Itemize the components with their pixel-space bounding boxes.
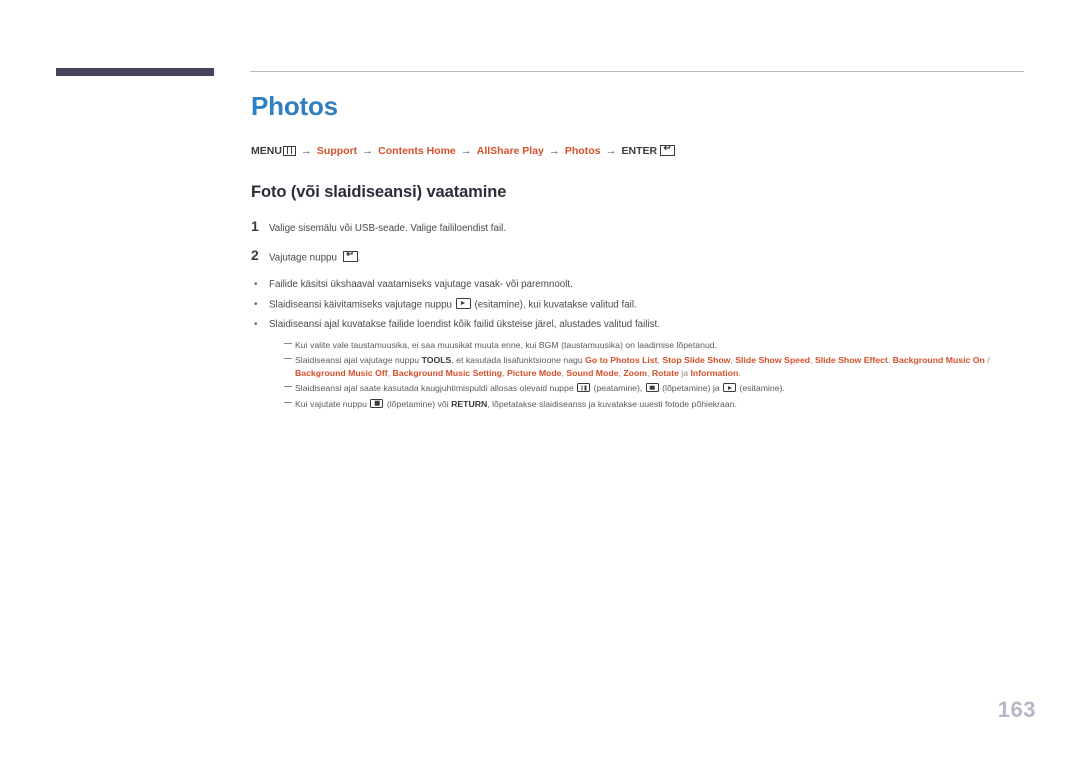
note-remote-before: Slaidiseansi ajal saate kasutada kaugjuh… — [295, 383, 574, 394]
option-sound-mode: Sound Mode — [566, 367, 619, 378]
breadcrumb-arrow-3: → — [460, 144, 472, 157]
step-number: 2 — [251, 246, 259, 263]
note-dash-icon — [284, 398, 295, 403]
page-content: Photos MENU → Support → Contents Home → … — [251, 92, 1041, 413]
bullet-dot-icon: • — [254, 318, 258, 330]
option-background-music-on: Background Music On — [892, 355, 985, 366]
bullet-item-start-slideshow: • Slaidiseansi käivitamiseks vajutage nu… — [251, 297, 1041, 312]
breadcrumb-item-contents-home[interactable]: Contents Home — [378, 145, 456, 157]
option-rotate: Rotate — [651, 367, 679, 378]
enter-return-glyph: ↵ — [345, 250, 355, 260]
option-separator-slash: / — [987, 355, 990, 366]
enter-return-glyph: ↵ — [663, 145, 672, 155]
step-text: Valige sisemälu või USB-seade. Valige fa… — [269, 222, 507, 234]
note-tools-middle: , et kasutada lisafunktsioone nagu — [451, 355, 583, 366]
step-item-1: 1 Valige sisemälu või USB-seade. Valige … — [251, 217, 1041, 235]
play-button-icon — [723, 383, 737, 393]
breadcrumb-arrow-2: → — [362, 144, 374, 157]
note-bgm-loading: Kui valite vale taustamuusika, ei saa mu… — [284, 339, 1041, 352]
breadcrumb-root-label: MENU — [251, 144, 282, 157]
page-header-rule — [56, 68, 1024, 76]
steps-list: 1 Valige sisemälu või USB-seade. Valige … — [251, 217, 1041, 265]
note-conjunction: ja — [681, 367, 689, 378]
page-number: 163 — [997, 697, 1036, 722]
option-background-music-setting: Background Music Setting — [392, 367, 503, 378]
breadcrumb-arrow-4: → — [548, 144, 560, 157]
notes-list: Kui valite vale taustamuusika, ei saa mu… — [284, 339, 1041, 411]
step-item-2: 2 Vajutage nuppu ↵. — [251, 246, 1041, 265]
option-stop-slide-show: Stop Slide Show — [662, 355, 731, 366]
tools-button-label: TOOLS — [421, 355, 452, 366]
section-heading: Foto (või slaidiseansi) vaatamine — [251, 182, 507, 201]
menu-path-breadcrumb: MENU → Support → Contents Home → AllShar… — [251, 145, 1041, 157]
pause-button-icon — [577, 383, 591, 393]
step-text-before: Vajutage nuppu — [269, 252, 337, 264]
note-tools: Slaidiseansi ajal vajutage nuppu TOOLS, … — [284, 354, 1041, 379]
stop-button-label: (lõpetamine) ja — [662, 383, 720, 394]
note-text: Kui vajutate nuppu (lõpetamine) või RETU… — [295, 398, 737, 411]
option-slide-show-effect: Slide Show Effect — [814, 355, 888, 366]
play-button-label: (esitamine). — [739, 383, 785, 394]
note-return-middle: (lõpetamine) või — [386, 398, 449, 409]
note-text: Slaidiseansi ajal saate kasutada kaugjuh… — [295, 382, 785, 395]
option-slide-show-speed: Slide Show Speed — [735, 355, 811, 366]
note-remote-buttons: Slaidiseansi ajal saate kasutada kaugjuh… — [284, 382, 1041, 395]
stop-button-icon — [645, 383, 659, 393]
option-background-music-off: Background Music Off — [295, 367, 388, 378]
note-return: Kui vajutate nuppu (lõpetamine) või RETU… — [284, 398, 1041, 411]
option-picture-mode: Picture Mode — [506, 367, 562, 378]
pause-button-label: (peatamine), — [593, 383, 643, 394]
menu-box-icon — [282, 145, 296, 156]
bullet-text: Slaidiseansi käivitamiseks vajutage nupp… — [269, 297, 637, 312]
header-accent-block — [56, 68, 214, 76]
note-dash-icon — [284, 354, 295, 360]
breadcrumb-item-photos[interactable]: Photos — [565, 145, 601, 157]
bullet-dot-icon: • — [254, 279, 258, 291]
bullet-text-after: (esitamine), kui kuvatakse valitud fail. — [474, 299, 637, 311]
bullet-item-manual-view: • Failide käsitsi ükshaaval vaatamiseks … — [251, 278, 1041, 291]
breadcrumb-arrow-1: → — [300, 144, 312, 157]
note-terminator: . — [738, 367, 741, 378]
stop-button-icon — [370, 398, 384, 408]
note-dash-icon — [284, 382, 295, 388]
bullet-text: Failide käsitsi ükshaaval vaatamiseks va… — [269, 279, 573, 291]
enter-return-icon: ↵ — [660, 145, 676, 157]
breadcrumb-item-allshare-play[interactable]: AllShare Play — [477, 145, 544, 157]
breadcrumb-item-support[interactable]: Support — [317, 145, 357, 157]
option-go-to-photos-list: Go to Photos List — [585, 355, 658, 366]
bullet-list: • Failide käsitsi ükshaaval vaatamiseks … — [251, 278, 1041, 331]
note-return-after: , lõpetatakse slaidiseanss ja kuvatakse … — [487, 398, 737, 409]
step-text-after: . — [357, 252, 361, 264]
bullet-item-slideshow-order: • Slaidiseansi ajal kuvatakse failide lo… — [251, 318, 1041, 331]
breadcrumb-enter-label: ENTER — [621, 144, 658, 157]
note-tools-before: Slaidiseansi ajal vajutage nuppu — [295, 355, 420, 366]
option-information: Information — [690, 367, 739, 378]
bullet-dot-icon: • — [254, 298, 258, 310]
step-number: 1 — [251, 217, 259, 234]
bullet-text: Slaidiseansi ajal kuvatakse failide loen… — [269, 318, 660, 330]
header-divider-line — [250, 71, 1024, 72]
page-title: Photos — [251, 91, 338, 121]
note-dash-icon — [284, 339, 295, 344]
play-button-icon — [455, 297, 471, 309]
breadcrumb-arrow-5: → — [605, 144, 617, 157]
bullet-text-before: Slaidiseansi käivitamiseks vajutage nupp… — [269, 299, 452, 311]
return-button-label: RETURN — [451, 398, 488, 409]
note-return-before: Kui vajutate nuppu — [295, 398, 367, 409]
step-text: Vajutage nuppu ↵. — [269, 249, 360, 265]
option-zoom: Zoom — [623, 367, 647, 378]
note-text: Slaidiseansi ajal vajutage nuppu TOOLS, … — [295, 355, 990, 378]
note-text: Kui valite vale taustamuusika, ei saa mu… — [295, 339, 718, 350]
enter-return-icon: ↵ — [342, 250, 358, 262]
